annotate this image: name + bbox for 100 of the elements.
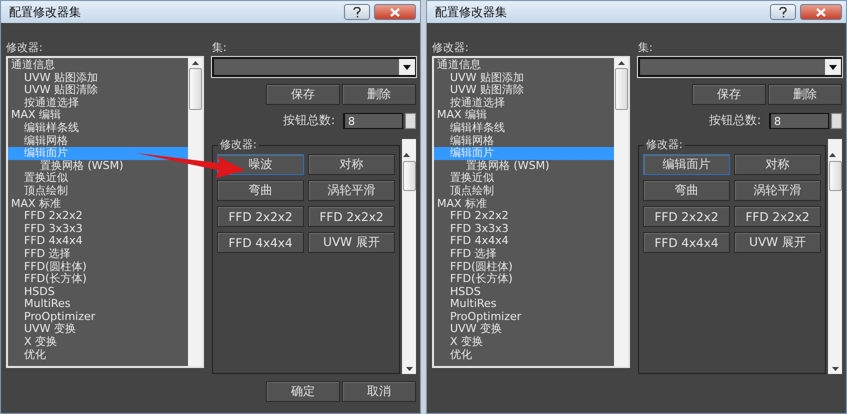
scroll-down-icon[interactable] — [406, 367, 412, 371]
list-item[interactable]: UVW 贴图清除 — [434, 84, 524, 97]
set-label: 集: — [212, 41, 228, 56]
list-item[interactable]: FFD 选择 — [434, 248, 497, 260]
list-item[interactable]: 顶点绘制 — [8, 184, 68, 198]
list-item[interactable]: FFD(长方体) — [8, 273, 87, 286]
delete-button[interactable]: 删除 — [768, 84, 842, 105]
list-item[interactable]: FFD 2x2x2 — [8, 210, 83, 223]
modifier-button[interactable]: 涡轮平滑 — [308, 180, 395, 201]
close-button[interactable] — [800, 4, 842, 20]
modifier-button[interactable]: FFD 4x4x4 — [643, 232, 730, 253]
list-item[interactable]: FFD 4x4x4 — [8, 235, 83, 248]
list-item[interactable]: 通道信息 — [434, 59, 481, 72]
count-field[interactable]: 8 — [769, 112, 829, 128]
list-item[interactable]: HSDS — [8, 286, 55, 298]
scroll-up-icon[interactable] — [192, 61, 198, 65]
list-item[interactable]: MultiRes — [8, 298, 71, 311]
scrollbar[interactable] — [828, 139, 842, 374]
modifier-button[interactable]: FFD 2x2x2 — [734, 206, 821, 227]
count-label: 按钮总数: — [282, 112, 335, 129]
list-item[interactable]: X 变换 — [8, 336, 58, 349]
list-item[interactable]: FFD(圆柱体) — [8, 260, 87, 274]
list-item[interactable]: MAX 标准 — [8, 198, 62, 210]
list-label: 修改器: — [432, 41, 470, 56]
list-item[interactable]: 置换近似 — [8, 172, 68, 185]
modifier-button[interactable]: 弯曲 — [643, 180, 730, 201]
list-item[interactable]: FFD 选择 — [8, 248, 71, 260]
scroll-up-icon[interactable] — [402, 153, 410, 157]
list-item[interactable]: ProOptimizer — [8, 310, 96, 324]
spinner-arrows[interactable] — [405, 112, 416, 128]
list-item[interactable]: 按通道选择 — [434, 96, 505, 110]
modifier-button[interactable]: 涡轮平滑 — [734, 180, 821, 201]
modifier-button[interactable]: FFD 2x2x2 — [643, 206, 730, 227]
save-button[interactable]: 保存 — [266, 84, 340, 105]
list-item[interactable]: MultiRes — [434, 298, 497, 311]
count-label: 按钮总数: — [708, 112, 761, 129]
dropdown-arrow-icon — [403, 64, 411, 70]
spinner-arrows[interactable] — [831, 112, 842, 128]
count-field[interactable]: 8 — [343, 112, 403, 128]
list-item[interactable]: 编辑样条线 — [8, 122, 79, 135]
modifier-button[interactable]: FFD 2x2x2 — [217, 206, 304, 227]
modifier-button[interactable]: 对称 — [734, 154, 821, 175]
ok-button[interactable]: 确定 — [266, 381, 340, 402]
modifier-button[interactable]: 编辑面片 — [643, 154, 730, 175]
close-icon — [390, 8, 400, 16]
list-item[interactable]: UVW 变换 — [8, 323, 76, 336]
list-item[interactable]: 优化 — [434, 348, 472, 362]
list-item[interactable]: HSDS — [434, 286, 481, 298]
list-item[interactable]: 优化 — [8, 348, 46, 362]
list-item[interactable]: FFD 2x2x2 — [434, 210, 509, 223]
modifier-button[interactable]: 对称 — [308, 154, 395, 175]
group-label: 修改器: — [218, 139, 259, 151]
scrollbar[interactable] — [188, 58, 202, 366]
group-label: 修改器: — [644, 139, 685, 151]
scrollbar[interactable] — [402, 139, 416, 374]
list-item[interactable]: 通道信息 — [8, 59, 55, 72]
list-item[interactable]: 编辑网格 — [434, 134, 494, 148]
modifier-button[interactable]: FFD 4x4x4 — [217, 232, 304, 253]
list-item[interactable]: FFD(圆柱体) — [434, 260, 513, 274]
dropdown-arrow-icon — [829, 64, 837, 70]
modifier-button[interactable]: FFD 2x2x2 — [308, 206, 395, 227]
list-item[interactable]: 置换近似 — [434, 172, 494, 185]
modifier-button[interactable]: 弯曲 — [217, 180, 304, 201]
cancel-button[interactable]: 取消 — [342, 381, 416, 402]
list-item[interactable]: MAX 编辑 — [434, 109, 488, 122]
list-item[interactable]: MAX 编辑 — [8, 109, 62, 122]
list-item[interactable]: FFD 3x3x3 — [8, 222, 83, 236]
scrollbar-thumb[interactable] — [828, 161, 842, 191]
close-button[interactable] — [374, 4, 416, 20]
list-item[interactable]: FFD 4x4x4 — [434, 235, 509, 248]
list-item[interactable]: UVW 贴图添加 — [8, 72, 98, 84]
modifier-button[interactable]: UVW 展开 — [308, 232, 395, 253]
scroll-up-icon[interactable] — [618, 61, 624, 65]
set-dropdown[interactable] — [212, 57, 416, 77]
modifier-button[interactable]: UVW 展开 — [734, 232, 821, 253]
delete-button[interactable]: 删除 — [342, 84, 416, 105]
list-item[interactable]: 置换网格 (WSM) — [434, 160, 550, 172]
list-item[interactable]: 编辑样条线 — [434, 122, 505, 135]
list-item[interactable]: 顶点绘制 — [434, 184, 494, 198]
list-item[interactable]: 按通道选择 — [8, 96, 79, 110]
save-button[interactable]: 保存 — [692, 84, 766, 105]
help-button[interactable] — [344, 4, 370, 20]
scrollbar-thumb[interactable] — [188, 68, 202, 110]
list-item[interactable]: FFD 3x3x3 — [434, 222, 509, 236]
list-item[interactable]: FFD(长方体) — [434, 273, 513, 286]
scrollbar-thumb[interactable] — [402, 161, 416, 191]
scroll-up-icon[interactable] — [828, 153, 836, 157]
scrollbar[interactable] — [614, 58, 628, 366]
help-button[interactable] — [770, 4, 796, 20]
list-item[interactable]: ProOptimizer — [434, 310, 522, 324]
list-item[interactable]: 置换网格 (WSM) — [8, 160, 124, 172]
list-item[interactable]: UVW 变换 — [434, 323, 502, 336]
set-dropdown[interactable] — [638, 57, 842, 77]
scrollbar-thumb[interactable] — [614, 68, 628, 110]
list-item[interactable]: UVW 贴图添加 — [434, 72, 524, 84]
list-item[interactable]: X 变换 — [434, 336, 484, 349]
list-item[interactable]: MAX 标准 — [434, 198, 488, 210]
list-item[interactable]: UVW 贴图清除 — [8, 84, 98, 97]
scroll-down-icon[interactable] — [832, 367, 838, 371]
list-item[interactable]: 编辑网格 — [8, 134, 68, 148]
